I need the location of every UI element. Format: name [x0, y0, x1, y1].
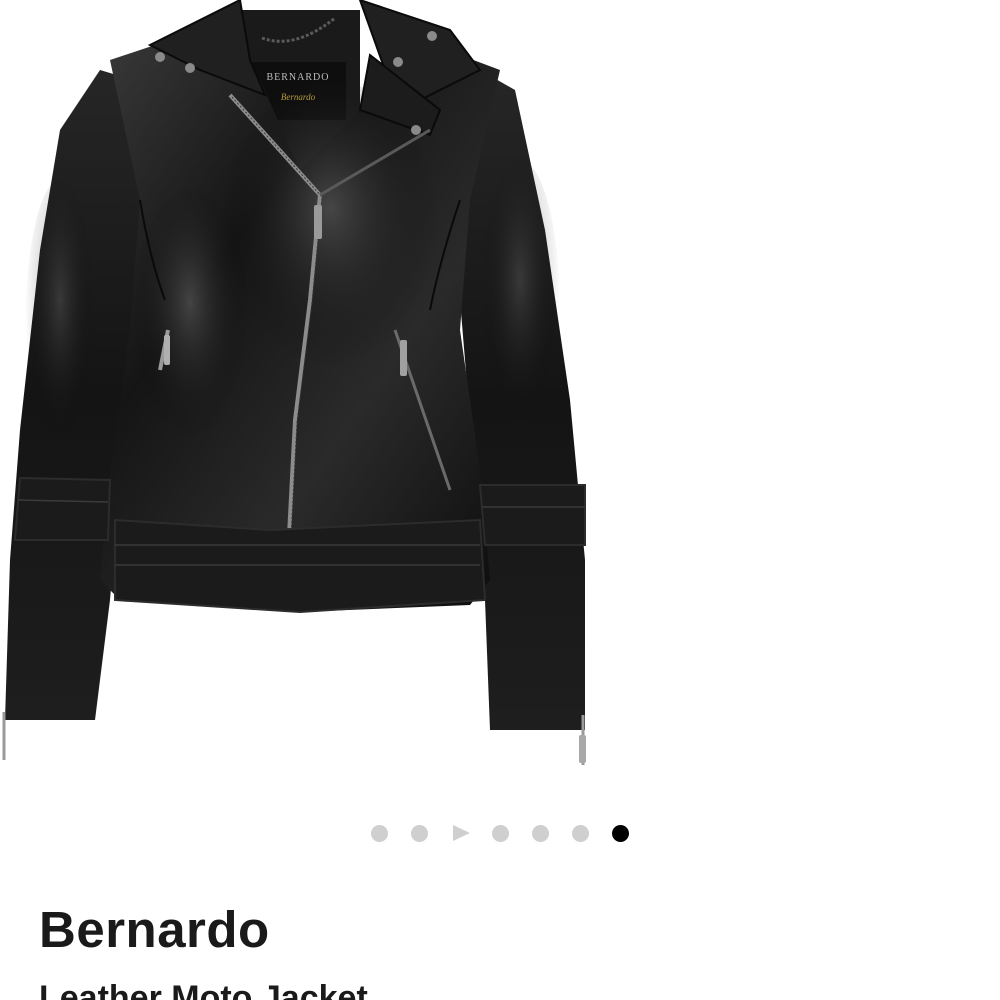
product-page: BERNARDO Bernardo Bernardo Leather Moto …	[0, 0, 1000, 1000]
carousel-dot-6[interactable]	[572, 824, 589, 842]
jacket-image: BERNARDO Bernardo	[2, 0, 586, 765]
carousel-dot-4[interactable]	[492, 824, 509, 842]
lining-script-label: Bernardo	[281, 92, 316, 102]
product-image[interactable]: BERNARDO Bernardo	[0, 0, 1000, 800]
lining-label: BERNARDO	[266, 72, 329, 83]
play-icon[interactable]	[452, 825, 470, 841]
carousel-dot-7-active[interactable]	[612, 824, 629, 842]
product-title: Leather Moto Jacket	[39, 979, 368, 1000]
carousel-dot-5[interactable]	[532, 824, 549, 842]
carousel-dot-2[interactable]	[411, 824, 428, 842]
carousel-pagination	[0, 820, 1000, 846]
carousel-dot-1[interactable]	[371, 824, 388, 842]
product-brand[interactable]: Bernardo	[39, 901, 270, 958]
